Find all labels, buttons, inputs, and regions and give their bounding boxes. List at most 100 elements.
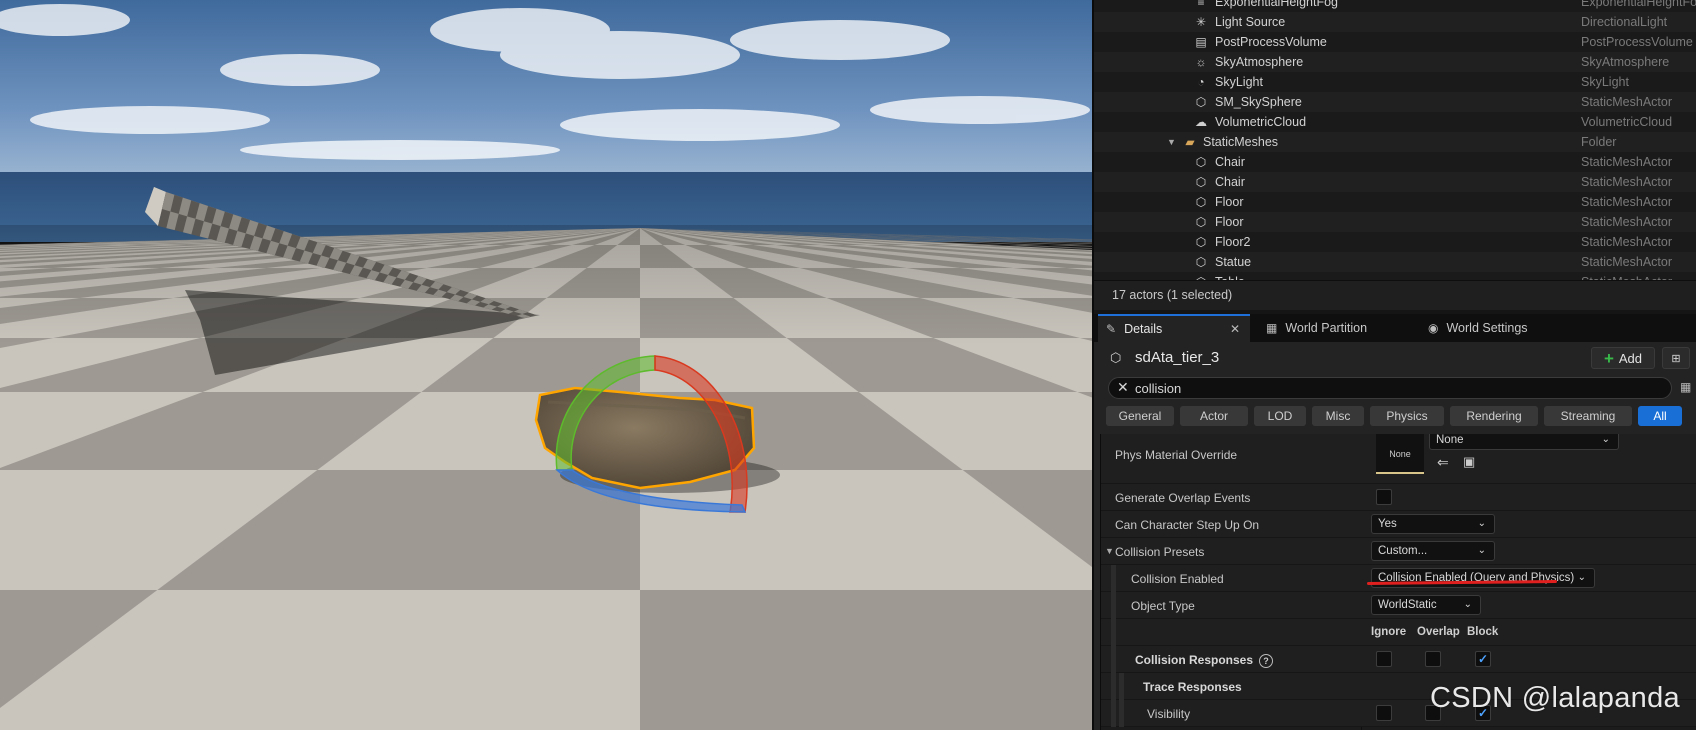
outliner-item-type: StaticMeshActor bbox=[1581, 255, 1673, 269]
actor-name[interactable]: sdAta_tier_3 bbox=[1135, 349, 1219, 366]
outliner-row[interactable]: ⬡ Floor StaticMeshActor bbox=[1094, 192, 1696, 212]
prop-label: Collision Presets bbox=[1115, 545, 1205, 559]
outliner-item-type: StaticMeshActor bbox=[1581, 195, 1673, 209]
prop-collision-presets: ▼ Collision Presets Custom... ⌄ bbox=[1101, 538, 1696, 565]
outliner-row[interactable]: ◔ SkyLight SkyLight bbox=[1094, 72, 1696, 92]
prop-label: Phys Material Override bbox=[1115, 448, 1238, 462]
responses-overlap-checkbox[interactable] bbox=[1425, 651, 1441, 667]
outliner-item-type: Folder bbox=[1581, 135, 1617, 149]
collision-presets-combo[interactable]: Custom... ⌄ bbox=[1371, 541, 1495, 561]
close-icon[interactable]: ✕ bbox=[1230, 322, 1240, 336]
static-mesh-icon: ⬡ bbox=[1195, 235, 1207, 249]
details-panel: ⬡ sdAta_tier_3 + Add ⊞ ✕ ▦ General Actor… bbox=[1094, 342, 1696, 730]
outliner-row[interactable]: ▤ PostProcessVolume PostProcessVolume bbox=[1094, 32, 1696, 52]
level-viewport[interactable] bbox=[0, 0, 1092, 730]
phys-material-combo[interactable]: None ⌄ bbox=[1429, 434, 1619, 450]
tab-world-partition-label: World Partition bbox=[1285, 321, 1368, 335]
expand-arrow-icon[interactable]: ▼ bbox=[1167, 137, 1176, 147]
tab-world-partition[interactable]: ▦ World Partition bbox=[1266, 314, 1416, 342]
search-input[interactable] bbox=[1135, 380, 1655, 396]
filter-general[interactable]: General bbox=[1106, 406, 1174, 426]
filter-streaming[interactable]: Streaming bbox=[1544, 406, 1632, 426]
visibility-ignore-checkbox[interactable] bbox=[1376, 705, 1392, 721]
outliner-row[interactable]: ☁ VolumetricCloud VolumetricCloud bbox=[1094, 112, 1696, 132]
prop-generate-overlap-events: Generate Overlap Events bbox=[1101, 484, 1696, 511]
folder-icon: ▰ bbox=[1185, 135, 1195, 149]
tab-world-settings[interactable]: ◉ World Settings bbox=[1428, 314, 1578, 342]
outliner-item-name: SkyAtmosphere bbox=[1215, 55, 1304, 69]
static-mesh-icon: ⬡ bbox=[1110, 350, 1122, 365]
volumetric-cloud-icon: ☁ bbox=[1195, 115, 1207, 129]
static-mesh-icon: ⬡ bbox=[1195, 175, 1207, 189]
static-mesh-icon: ⬡ bbox=[1195, 255, 1207, 269]
scene-render[interactable] bbox=[0, 0, 1092, 730]
static-mesh-icon: ⬡ bbox=[1195, 155, 1207, 169]
outliner-row[interactable]: ⬡ Chair StaticMeshActor bbox=[1094, 152, 1696, 172]
outliner-row[interactable]: ▼ ▰ StaticMeshes Folder bbox=[1094, 132, 1696, 152]
browse-icon[interactable]: ▣ bbox=[1463, 454, 1475, 470]
outliner-row[interactable]: ☼ SkyAtmosphere SkyAtmosphere bbox=[1094, 52, 1696, 72]
prop-label: Trace Responses bbox=[1143, 680, 1242, 694]
plus-icon: + bbox=[1603, 348, 1614, 368]
filter-misc[interactable]: Misc bbox=[1312, 406, 1364, 426]
clear-search-icon[interactable]: ✕ bbox=[1117, 379, 1129, 396]
material-thumbnail[interactable]: None bbox=[1376, 434, 1424, 474]
outliner-item-name: Statue bbox=[1215, 255, 1252, 269]
outliner-item-type: VolumetricCloud bbox=[1581, 115, 1673, 129]
collision-enabled-combo[interactable]: Collision Enabled (Query and Physics) ⌄ bbox=[1371, 568, 1595, 588]
generate-overlap-checkbox[interactable] bbox=[1376, 489, 1392, 505]
add-button-label: Add bbox=[1618, 350, 1643, 366]
outliner-item-type: StaticMeshActor bbox=[1581, 235, 1673, 249]
prop-phys-material-override: Phys Material Override None None ⌄ ⇐ ▣ bbox=[1101, 434, 1696, 484]
outliner-item-name: ExponentialHeightFog bbox=[1215, 0, 1338, 9]
outliner-item-name: Floor bbox=[1215, 195, 1244, 209]
step-up-combo[interactable]: Yes ⌄ bbox=[1371, 514, 1495, 534]
details-search[interactable]: ✕ bbox=[1108, 377, 1672, 399]
outliner-item-name: Light Source bbox=[1215, 15, 1286, 29]
column-ignore: Ignore bbox=[1371, 626, 1407, 638]
world-outliner[interactable]: ≡ ExponentialHeightFog ExponentialHeightFo… bbox=[1094, 0, 1696, 280]
outliner-row[interactable]: ✳ Light Source DirectionalLight bbox=[1094, 12, 1696, 32]
filter-lod[interactable]: LOD bbox=[1254, 406, 1306, 426]
prop-label: Can Character Step Up On bbox=[1115, 518, 1260, 532]
blueprint-button[interactable]: ⊞ bbox=[1662, 347, 1690, 369]
filter-actor[interactable]: Actor bbox=[1180, 406, 1248, 426]
outliner-item-type: SkyAtmosphere bbox=[1581, 55, 1670, 69]
combo-value: Yes bbox=[1378, 518, 1397, 530]
outliner-row[interactable]: ⬡TableStaticMeshActor bbox=[1094, 272, 1696, 280]
watermark: CSDN @lalapanda bbox=[1430, 682, 1680, 714]
outliner-row[interactable]: ≡ ExponentialHeightFog ExponentialHeightFo… bbox=[1094, 0, 1696, 12]
outliner-item-type: StaticMeshActor bbox=[1581, 215, 1673, 229]
outliner-row[interactable]: ⬡ Chair StaticMeshActor bbox=[1094, 172, 1696, 192]
responses-block-checkbox[interactable]: ✓ bbox=[1475, 651, 1491, 667]
fog-icon: ≡ bbox=[1197, 0, 1205, 9]
use-selected-icon[interactable]: ⇐ bbox=[1437, 454, 1449, 471]
outliner-item-type: StaticMeshActor bbox=[1581, 155, 1673, 169]
prop-collision-enabled: Collision Enabled Collision Enabled (Que… bbox=[1101, 565, 1696, 592]
pencil-icon: ✎ bbox=[1106, 322, 1117, 336]
responses-ignore-checkbox[interactable] bbox=[1376, 651, 1392, 667]
category-filters: General Actor LOD Misc Physics Rendering… bbox=[1106, 406, 1696, 428]
prop-label: Collision Responses? bbox=[1135, 653, 1274, 668]
collapse-arrow-icon[interactable]: ▼ bbox=[1105, 546, 1114, 556]
help-icon[interactable]: ? bbox=[1259, 654, 1274, 668]
tab-world-settings-label: World Settings bbox=[1446, 321, 1528, 335]
filter-rendering[interactable]: Rendering bbox=[1450, 406, 1538, 426]
outliner-row[interactable]: ⬡ Floor StaticMeshActor bbox=[1094, 212, 1696, 232]
filter-physics[interactable]: Physics bbox=[1370, 406, 1444, 426]
add-component-button[interactable]: + Add bbox=[1591, 347, 1655, 369]
chevron-down-icon: ⌄ bbox=[1577, 572, 1586, 583]
outliner-item-type: SkyLight bbox=[1581, 75, 1629, 89]
object-type-combo[interactable]: WorldStatic ⌄ bbox=[1371, 595, 1481, 615]
filter-all[interactable]: All bbox=[1638, 406, 1682, 426]
tab-details[interactable]: ✎ Details ✕ bbox=[1098, 314, 1250, 342]
static-mesh-icon: ⬡ bbox=[1195, 95, 1207, 109]
prop-label: Generate Overlap Events bbox=[1115, 491, 1251, 505]
outliner-item-type: PostProcessVolume bbox=[1581, 35, 1693, 49]
outliner-row[interactable]: ⬡ SM_SkySphere StaticMeshActor bbox=[1094, 92, 1696, 112]
outliner-row[interactable]: ⬡ Statue StaticMeshActor bbox=[1094, 252, 1696, 272]
property-matrix-icon[interactable]: ▦ bbox=[1680, 380, 1691, 394]
chevron-down-icon: ⌄ bbox=[1463, 599, 1472, 610]
chevron-down-icon: ⌄ bbox=[1477, 518, 1486, 529]
outliner-row[interactable]: ⬡ Floor2 StaticMeshActor bbox=[1094, 232, 1696, 252]
